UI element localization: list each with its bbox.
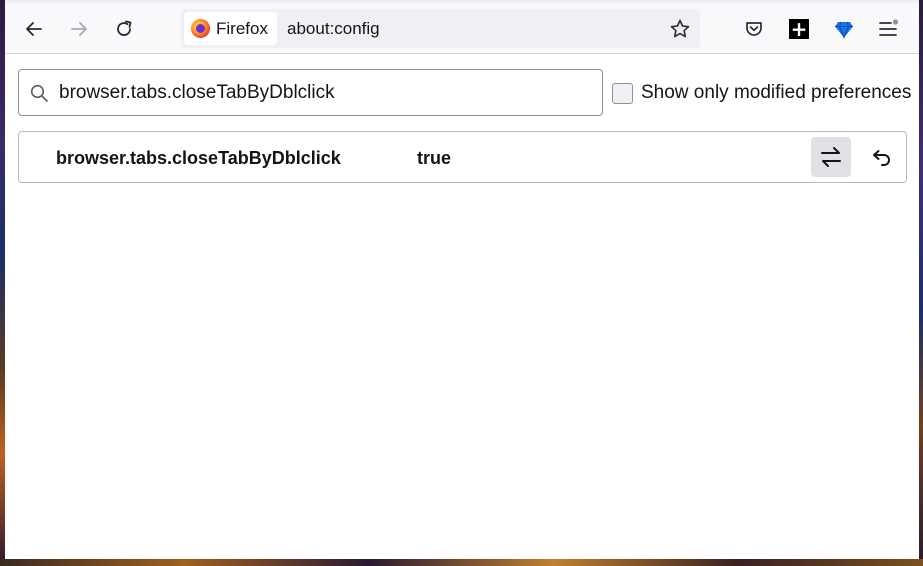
show-modified-toggle[interactable]: Show only modified preferences xyxy=(612,82,911,104)
search-icon xyxy=(30,84,48,102)
reset-undo-icon xyxy=(873,150,890,166)
preference-search-box[interactable] xyxy=(18,69,603,116)
url-text[interactable]: about:config xyxy=(287,19,380,39)
extension-plus-button[interactable]: + xyxy=(782,12,816,46)
preference-row: browser.tabs.closeTabByDblclick true xyxy=(18,131,907,183)
reload-button[interactable] xyxy=(107,12,141,46)
show-modified-checkbox[interactable] xyxy=(612,82,633,104)
pocket-button[interactable] xyxy=(737,12,771,46)
forward-button[interactable] xyxy=(62,12,96,46)
pocket-icon xyxy=(746,22,762,36)
hamburger-menu-icon xyxy=(879,19,899,36)
toggle-arrows-icon xyxy=(821,147,841,167)
browser-window: Firefox about:config + browser.tabs.clos… xyxy=(5,0,919,559)
back-button[interactable] xyxy=(17,12,51,46)
extension-gem-button[interactable] xyxy=(827,12,861,46)
plus-square-icon: + xyxy=(789,17,809,41)
app-menu-button[interactable] xyxy=(871,12,905,46)
desktop-background-bottom xyxy=(0,559,923,566)
forward-arrow-icon xyxy=(71,22,87,36)
preference-value[interactable]: true xyxy=(417,148,451,169)
firefox-logo-icon xyxy=(191,19,210,38)
gem-icon xyxy=(835,21,853,39)
reload-icon xyxy=(117,20,132,36)
site-identity-button[interactable]: Firefox xyxy=(184,12,277,45)
back-arrow-icon xyxy=(26,22,42,36)
tab-strip-edge xyxy=(5,0,919,3)
navigation-toolbar: Firefox about:config + xyxy=(5,0,919,54)
identity-label: Firefox xyxy=(216,18,268,38)
preference-search-input[interactable] xyxy=(59,70,589,115)
show-modified-label[interactable]: Show only modified preferences xyxy=(641,82,911,104)
preference-name: browser.tabs.closeTabByDblclick xyxy=(56,148,341,168)
toggle-preference-button[interactable] xyxy=(811,137,851,177)
desktop-background-right xyxy=(919,0,923,566)
address-bar[interactable]: Firefox about:config xyxy=(181,9,700,48)
reset-preference-button[interactable] xyxy=(861,137,901,177)
star-icon xyxy=(670,19,690,38)
bookmark-star-button[interactable] xyxy=(668,17,692,41)
